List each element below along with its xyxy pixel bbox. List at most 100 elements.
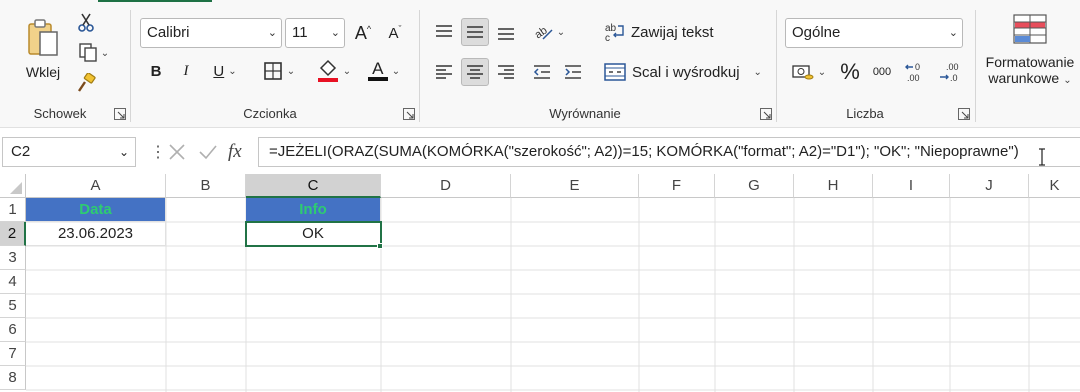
align-left-icon xyxy=(436,65,452,79)
currency-format-button[interactable]: ⌄ xyxy=(787,58,831,86)
format-painter-button[interactable] xyxy=(74,72,98,94)
align-top-button[interactable] xyxy=(430,18,458,46)
copy-button[interactable]: ⌄ xyxy=(74,42,114,64)
cancel-icon[interactable] xyxy=(168,143,186,161)
more-options-icon[interactable]: ⋮ xyxy=(150,142,166,162)
column-header-d[interactable]: D xyxy=(381,174,511,198)
font-name-combo[interactable]: Calibri ⌄ xyxy=(140,18,282,48)
cell-a1[interactable]: Data xyxy=(26,198,166,222)
name-box[interactable]: C2 ⌄ xyxy=(2,137,136,167)
row-header-6[interactable]: 6 xyxy=(0,318,26,342)
fill-handle[interactable] xyxy=(377,243,383,249)
decrease-font-size-button[interactable]: Aˇ xyxy=(382,20,408,46)
row-header-7[interactable]: 7 xyxy=(0,342,26,366)
clipboard-group-label: Schowek xyxy=(33,106,87,121)
chevron-down-icon: ⌄ xyxy=(1063,75,1072,86)
formula-text: =JEŻELI(ORAZ(SUMA(KOMÓRKA("szerokość"; A… xyxy=(269,143,1019,160)
text-orientation-icon: ab xyxy=(533,25,553,41)
align-right-icon xyxy=(498,65,514,79)
borders-icon xyxy=(263,62,282,80)
increase-decimal-button[interactable]: 0.00 xyxy=(902,58,930,86)
align-bottom-icon xyxy=(498,28,514,40)
column-header-k[interactable]: K xyxy=(1029,174,1080,198)
percent-style-button[interactable]: % xyxy=(836,58,864,86)
italic-label: I xyxy=(183,62,189,79)
dialog-launcher-icon[interactable] xyxy=(760,108,772,120)
column-header-e[interactable]: E xyxy=(511,174,639,198)
conditional-formatting-button[interactable]: Formatowanie warunkowe ⌄ xyxy=(980,10,1080,94)
cell-a2[interactable]: 23.06.2023 xyxy=(26,222,166,246)
fill-color-button[interactable]: ⌄ xyxy=(312,58,356,84)
paint-bucket-icon xyxy=(317,59,338,82)
orientation-button[interactable]: ab ⌄ xyxy=(528,18,570,46)
formula-buttons: ⋮ fx xyxy=(150,137,250,167)
decrease-decimal-icon: .00.0 xyxy=(940,62,959,83)
dialog-launcher-icon[interactable] xyxy=(403,108,415,120)
worksheet-grid: A B C D E F G H I J K 1 2 3 4 5 6 7 8 Da… xyxy=(0,174,1080,392)
row-header-2[interactable]: 2 xyxy=(0,222,26,246)
align-center-button[interactable] xyxy=(461,58,489,86)
alignment-group-label: Wyrównanie xyxy=(549,106,621,121)
row-header-4[interactable]: 4 xyxy=(0,270,26,294)
cut-button[interactable] xyxy=(74,12,98,34)
merge-center-label: Scal i wyśrodkuj xyxy=(632,63,740,81)
increase-font-size-button[interactable]: A^ xyxy=(350,20,376,46)
align-middle-button[interactable] xyxy=(461,18,489,46)
merge-center-button[interactable]: Scal i wyśrodkuj ⌄ xyxy=(604,58,764,86)
confirm-icon[interactable] xyxy=(198,143,218,161)
align-left-button[interactable] xyxy=(430,58,458,86)
paste-button[interactable]: Wklej xyxy=(20,10,66,88)
decrease-font-icon: Aˇ xyxy=(388,24,402,42)
comma-style-button[interactable]: 000 xyxy=(868,58,896,86)
column-header-g[interactable]: G xyxy=(715,174,794,198)
chevron-down-icon: ⌄ xyxy=(948,27,958,39)
chevron-down-icon: ⌄ xyxy=(118,145,129,159)
decrease-indent-button[interactable] xyxy=(528,58,556,86)
name-box-value: C2 xyxy=(11,143,31,160)
dialog-launcher-icon[interactable] xyxy=(114,108,126,120)
select-all-button[interactable] xyxy=(0,174,26,198)
font-color-button[interactable]: A ⌄ xyxy=(362,58,406,84)
column-header-i[interactable]: I xyxy=(873,174,950,198)
column-header-c[interactable]: C xyxy=(246,174,381,198)
borders-button[interactable]: ⌄ xyxy=(256,58,302,84)
number-group-label: Liczba xyxy=(846,106,884,121)
dialog-launcher-icon[interactable] xyxy=(958,108,970,120)
active-tab-indicator xyxy=(98,0,212,2)
column-header-j[interactable]: J xyxy=(950,174,1029,198)
column-header-f[interactable]: F xyxy=(639,174,715,198)
column-header-a[interactable]: A xyxy=(26,174,166,198)
column-header-h[interactable]: H xyxy=(794,174,873,198)
number-format-value: Ogólne xyxy=(792,24,841,41)
currency-icon xyxy=(792,65,814,80)
increase-font-icon: A^ xyxy=(354,22,372,43)
underline-button[interactable]: U ⌄ xyxy=(204,58,246,84)
row-header-8[interactable]: 8 xyxy=(0,366,26,390)
align-right-button[interactable] xyxy=(492,58,520,86)
font-size-combo[interactable]: 11 ⌄ xyxy=(285,18,345,48)
merge-center-icon xyxy=(604,63,626,81)
insert-function-button[interactable]: fx xyxy=(228,141,242,163)
copy-icon xyxy=(79,43,97,62)
column-header-b[interactable]: B xyxy=(166,174,246,198)
decrease-decimal-button[interactable]: .00.0 xyxy=(936,58,964,86)
font-group-label: Czcionka xyxy=(243,106,297,121)
row-header-5[interactable]: 5 xyxy=(0,294,26,318)
chevron-down-icon: ⌄ xyxy=(342,65,352,77)
italic-button[interactable]: I xyxy=(174,58,198,84)
align-bottom-button[interactable] xyxy=(492,18,520,46)
row-header-1[interactable]: 1 xyxy=(0,198,26,222)
wrap-text-button[interactable]: ab c Zawijaj tekst xyxy=(604,18,724,46)
conditional-formatting-label-1: Formatowanie xyxy=(985,54,1075,70)
svg-text:.00: .00 xyxy=(907,73,920,83)
chevron-down-icon: ⌄ xyxy=(391,65,401,77)
cell-c1[interactable]: Info xyxy=(246,198,381,222)
cell-c2[interactable]: OK xyxy=(245,221,382,247)
svg-text:c: c xyxy=(605,33,610,42)
bold-button[interactable]: B xyxy=(144,58,168,84)
row-header-3[interactable]: 3 xyxy=(0,246,26,270)
formula-input[interactable]: =JEŻELI(ORAZ(SUMA(KOMÓRKA("szerokość"; A… xyxy=(258,137,1080,167)
increase-indent-button[interactable] xyxy=(559,58,587,86)
number-format-combo[interactable]: Ogólne ⌄ xyxy=(785,18,963,48)
font-color-bar xyxy=(367,77,388,81)
